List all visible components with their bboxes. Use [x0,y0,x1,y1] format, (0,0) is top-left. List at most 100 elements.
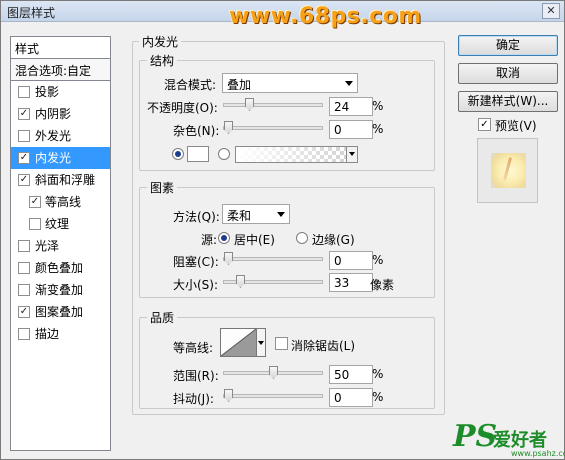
contour-picker[interactable] [220,328,257,357]
opacity-unit: % [372,99,384,113]
style-item-label: 斜面和浮雕 [35,173,96,187]
window-title: 图层样式 [7,6,56,20]
style-item[interactable]: ✓ 内发光 [11,147,110,169]
ok-button[interactable]: 确定 [458,35,558,56]
style-item[interactable]: 纹理 [11,213,110,235]
inner-glow-title: 内发光 [139,33,182,50]
style-item-checkbox[interactable] [29,218,41,230]
size-label: 大小(S): [173,278,219,292]
style-item[interactable]: ✓ 斜面和浮雕 [11,169,110,191]
gradient-radio[interactable] [218,148,230,160]
choke-slider[interactable] [223,252,323,265]
style-item-checkbox[interactable]: ✓ [18,306,30,318]
structure-title: 结构 [147,52,178,69]
noise-slider[interactable] [223,121,323,134]
style-item-label: 光泽 [35,239,60,253]
style-item-label: 颜色叠加 [35,261,84,275]
contour-label: 等高线: [173,341,214,355]
site-logo: PS 爱好者 www.psahz.com [453,419,565,459]
noise-input[interactable]: 0 [329,120,373,139]
style-item[interactable]: ✓ 等高线 [11,191,110,213]
preview-label[interactable]: 预览(V) [495,117,537,134]
style-list-header[interactable]: 样式 [11,37,110,59]
method-select[interactable]: 柔和 [222,204,290,224]
style-item[interactable]: 渐变叠加 [11,279,110,301]
chevron-down-icon [345,81,353,86]
contour-curve-icon [220,328,257,357]
source-edge-radio[interactable] [296,232,308,244]
style-item-checkbox[interactable] [18,262,30,274]
layer-style-dialog: 图层样式 ✕ www.68ps.com 样式 混合选项:自定 投影 ✓ 内阴影外发光… [0,0,565,460]
blend-mode-value: 叠加 [227,78,252,92]
source-center-label[interactable]: 居中(E) [234,231,275,248]
style-item-label: 纹理 [45,217,70,231]
source-center-radio[interactable] [218,232,230,244]
size-slider[interactable] [223,275,323,288]
choke-unit: % [372,253,384,267]
blend-options-item[interactable]: 混合选项:自定 [11,59,110,81]
jitter-label: 抖动(J): [173,392,214,406]
preview-checkbox[interactable]: ✓ [478,118,491,131]
opacity-input[interactable]: 24 [329,97,373,116]
style-item[interactable]: ✓ 图案叠加 [11,301,110,323]
source-edge-label[interactable]: 边缘(G) [312,231,355,248]
style-item-checkbox[interactable] [18,284,30,296]
style-item[interactable]: 外发光 [11,125,110,147]
range-slider[interactable] [223,366,323,379]
method-label: 方法(Q): [173,210,220,224]
noise-unit: % [372,122,384,136]
blend-mode-select[interactable]: 叠加 [222,73,358,93]
style-preview-thumbnail [477,138,538,203]
style-item-label: 投影 [35,85,60,99]
style-item[interactable]: ✓ 内阴影 [11,103,110,125]
watermark-url: www.68ps.com [229,4,422,29]
style-item-label: 等高线 [45,195,82,209]
new-style-button[interactable]: 新建样式(W)... [458,91,558,112]
cancel-button[interactable]: 取消 [458,63,558,84]
style-list: 样式 混合选项:自定 投影 ✓ 内阴影外发光 ✓ 内发光 ✓ 斜面和浮雕 ✓ 等高线纹理光泽颜色… [10,36,111,451]
glow-color-swatch[interactable] [187,146,209,162]
size-unit: 像素 [370,278,395,292]
chevron-down-icon [277,212,285,217]
style-item-checkbox[interactable] [18,240,30,252]
elements-title: 图素 [147,179,178,196]
style-item-checkbox[interactable] [18,130,30,142]
close-button[interactable]: ✕ [542,3,560,19]
antialias-label[interactable]: 消除锯齿(L) [291,337,355,354]
choke-label: 阻塞(C): [173,255,219,269]
range-input[interactable]: 50 [329,365,373,384]
style-item[interactable]: 投影 [11,81,110,103]
style-item[interactable]: 光泽 [11,235,110,257]
jitter-slider[interactable] [223,389,323,402]
style-item-label: 内发光 [35,151,72,165]
method-value: 柔和 [227,209,252,223]
quality-title: 品质 [147,309,178,326]
antialias-checkbox[interactable] [275,337,288,350]
style-item[interactable]: 描边 [11,323,110,345]
opacity-slider[interactable] [223,98,323,111]
gradient-picker[interactable] [235,146,358,163]
style-item-checkbox[interactable]: ✓ [18,174,30,186]
noise-label: 杂色(N): [173,124,220,138]
jitter-unit: % [372,390,384,404]
range-unit: % [372,367,384,381]
style-item-label: 图案叠加 [35,305,84,319]
range-label: 范围(R): [173,369,219,383]
style-item-checkbox[interactable]: ✓ [18,152,30,164]
style-item-checkbox[interactable] [18,86,30,98]
gradient-dropdown-icon[interactable] [346,147,357,162]
style-item-checkbox[interactable]: ✓ [18,108,30,120]
logo-url: www.psahz.com [511,449,565,458]
style-item-checkbox[interactable] [18,328,30,340]
jitter-input[interactable]: 0 [329,388,373,407]
style-item[interactable]: 颜色叠加 [11,257,110,279]
style-item-label: 内阴影 [35,107,72,121]
solid-color-radio[interactable] [172,148,184,160]
preview-image [491,153,526,188]
choke-input[interactable]: 0 [329,251,373,270]
style-item-label: 外发光 [35,129,72,143]
size-input[interactable]: 33 [329,273,373,292]
opacity-label: 不透明度(O): [147,101,218,115]
style-item-checkbox[interactable]: ✓ [29,196,41,208]
contour-dropdown-button[interactable] [257,328,266,357]
